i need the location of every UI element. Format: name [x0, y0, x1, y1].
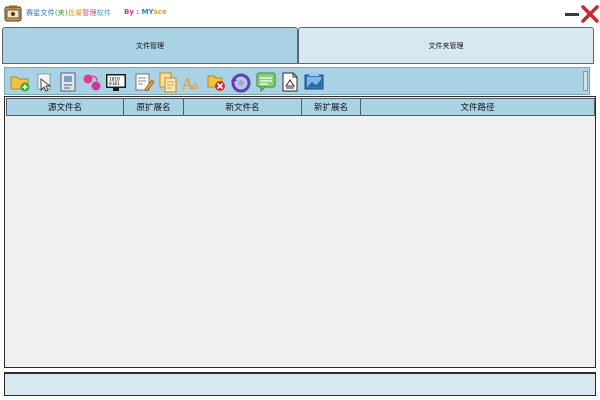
add-folder-icon — [10, 76, 30, 92]
tab-file-management[interactable]: 文件管理 — [2, 27, 298, 64]
cursor-select-icon — [37, 73, 52, 92]
note-button[interactable] — [255, 71, 277, 93]
close-icon — [581, 5, 599, 23]
tab-folder-management[interactable]: 文件夹管理 — [298, 27, 594, 64]
author-byline: By : MYsce — [124, 8, 167, 16]
tab-bar: 文件管理 文件夹管理 — [2, 27, 594, 65]
column-header-original-extension[interactable]: 原扩展名 — [124, 98, 184, 116]
column-header-source-name[interactable]: 源文件名 — [6, 98, 124, 116]
font-case-icon: A a — [181, 75, 199, 93]
edit-content-button[interactable] — [133, 71, 155, 93]
convert-document-icon — [282, 72, 298, 92]
binary-monitor-icon: 1010 0101 — [106, 74, 126, 91]
export-image-icon — [304, 73, 324, 90]
minimize-icon — [565, 13, 579, 16]
delete-file-icon — [207, 75, 225, 91]
comment-note-icon — [256, 72, 276, 93]
binary-view-button[interactable]: 1010 0101 — [105, 71, 127, 93]
toolbar: 1010 0101 A a — [4, 67, 590, 95]
add-folder-button[interactable] — [9, 71, 31, 93]
svg-text:a: a — [192, 79, 199, 92]
select-file-button[interactable] — [33, 71, 55, 93]
copy-files-icon — [159, 72, 177, 93]
window-title: 赛星文件(夹)批量管理软件 — [26, 9, 112, 17]
edit-document-icon — [135, 73, 155, 92]
export-button[interactable] — [303, 71, 325, 93]
svg-text:0101: 0101 — [109, 81, 120, 87]
app-logo-icon — [4, 5, 22, 22]
close-button[interactable] — [580, 4, 600, 24]
file-table: 源文件名 原扩展名 新文件名 新扩展名 文件路径 — [4, 96, 596, 368]
replace-button[interactable] — [81, 71, 103, 93]
file-list-button[interactable] — [57, 71, 79, 93]
copy-files-button[interactable] — [157, 71, 179, 93]
undo-rename-button[interactable] — [229, 71, 251, 93]
convert-button[interactable] — [279, 71, 301, 93]
toolbar-scroll-handle[interactable] — [583, 71, 588, 91]
column-header-file-path[interactable]: 文件路径 — [361, 98, 595, 116]
delete-file-button[interactable] — [205, 71, 227, 93]
document-list-icon — [60, 72, 76, 92]
title-bar: 赛星文件(夹)批量管理软件 By : MYsce — [0, 0, 600, 27]
status-bar — [4, 372, 596, 396]
tab-label: 文件管理 — [136, 41, 164, 50]
column-header-new-name[interactable]: 新文件名 — [184, 98, 302, 116]
font-case-button[interactable]: A a — [181, 71, 203, 93]
minimize-button[interactable] — [562, 4, 582, 24]
tab-label: 文件夹管理 — [428, 41, 464, 50]
replace-circles-icon — [83, 74, 101, 91]
column-header-new-extension[interactable]: 新扩展名 — [302, 98, 361, 116]
rotate-undo-icon — [231, 73, 251, 93]
